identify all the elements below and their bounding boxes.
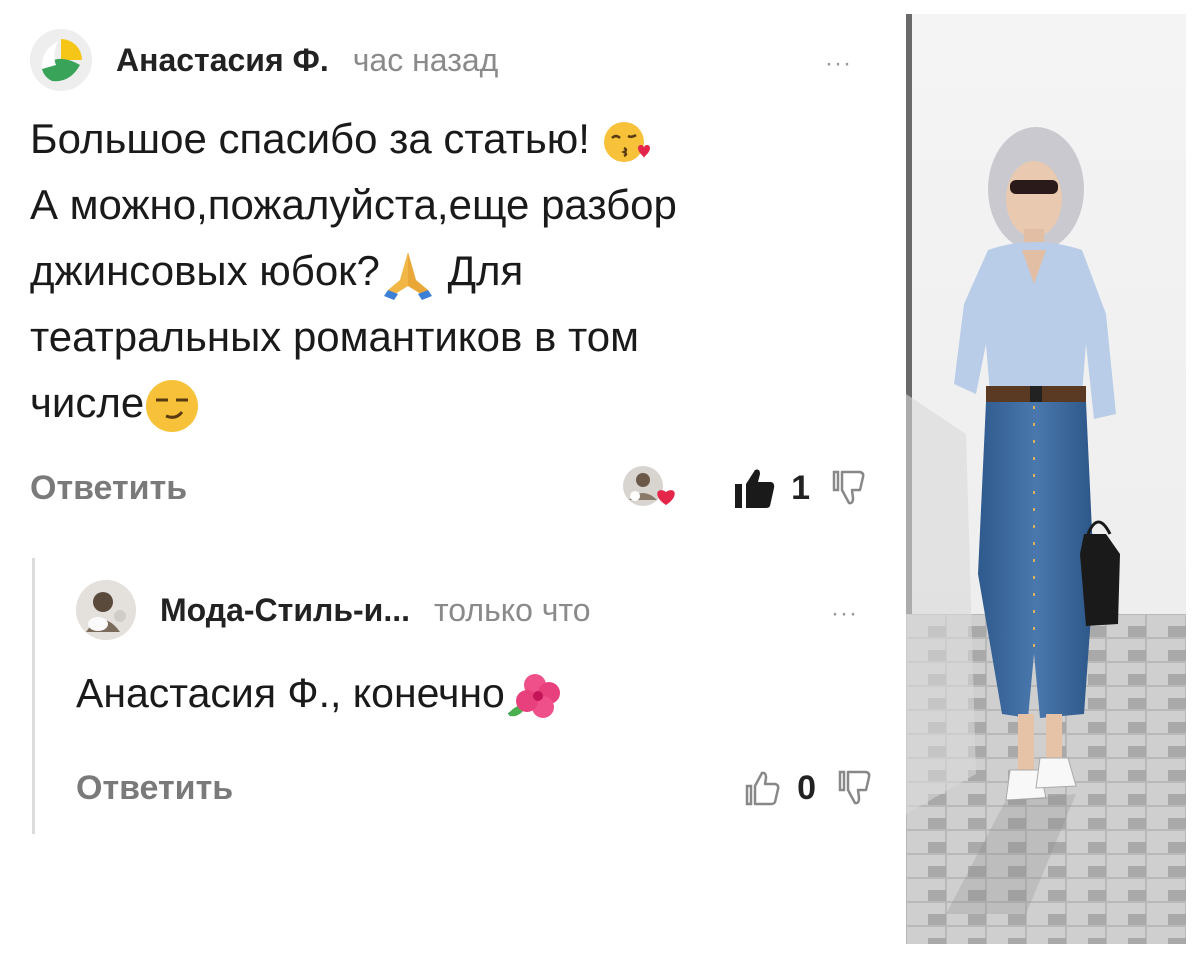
fashion-photo [906, 14, 1186, 944]
hibiscus-emoji-icon [507, 674, 560, 719]
reply-thread-line [32, 558, 35, 834]
kiss-emoji-icon [603, 121, 650, 162]
author-avatar[interactable] [30, 29, 92, 91]
more-options-button[interactable]: ··· [831, 600, 858, 628]
like-count: 0 [797, 768, 816, 807]
comment-time: час назад [352, 41, 499, 78]
comment-text-line: Анастасия Ф., конечно [76, 670, 505, 716]
comment-text: Анастасия Ф., конечно [76, 664, 876, 722]
smirk-emoji-icon [146, 379, 199, 432]
author-name[interactable]: Анастасия Ф. [116, 42, 329, 79]
comment-text-line: А можно,пожалуйста,еще разбор [30, 181, 677, 228]
comment-actions: Ответить 1 [30, 458, 870, 518]
thumbs-down-icon[interactable] [830, 468, 870, 508]
comment-actions: Ответить 0 [76, 758, 876, 818]
comment-text-line: джинсовых юбок? [30, 247, 380, 294]
comment-header: Мода-Стиль-и... только что ··· [76, 578, 876, 642]
like-count: 1 [791, 468, 810, 507]
pray-emoji-icon [383, 251, 432, 300]
comment-text-line: Большое спасибо за статью! [30, 115, 590, 162]
comment-text: Большое спасибо за статью! А можно,пожал… [30, 106, 870, 436]
author-avatar[interactable] [76, 580, 136, 640]
avatar [76, 580, 136, 640]
like-controls: 0 [743, 758, 876, 818]
author-name[interactable]: Мода-Стиль-и... [160, 592, 410, 629]
logo-avatar-icon [30, 29, 92, 91]
author-like-avatar [621, 464, 677, 512]
comment-text-line: Для [435, 247, 524, 294]
comment-2: Мода-Стиль-и... только что ··· Анастасия… [76, 578, 876, 818]
comment-1: Анастасия Ф. час назад ··· Большое спаси… [30, 28, 870, 518]
woman-denim-skirt-image [906, 14, 1186, 944]
comment-text-line: числе [30, 379, 145, 426]
thumbs-up-icon[interactable] [733, 466, 777, 510]
thumbs-up-icon[interactable] [743, 768, 783, 808]
more-options-button[interactable]: ··· [825, 50, 852, 78]
like-controls: 1 [621, 458, 870, 518]
comment-time: только что [434, 591, 591, 628]
heart-icon [657, 490, 675, 505]
comment-header: Анастасия Ф. час назад ··· [30, 28, 870, 92]
comment-text-line: театральных романтиков в том [30, 313, 639, 360]
thumbs-down-icon[interactable] [836, 768, 876, 808]
reply-button[interactable]: Ответить [30, 469, 187, 508]
reply-button[interactable]: Ответить [76, 769, 233, 808]
